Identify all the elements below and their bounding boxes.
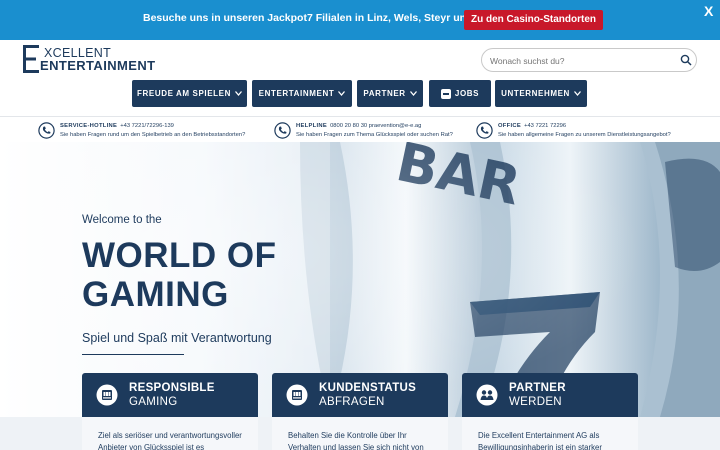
chevron-down-icon	[338, 91, 346, 96]
hero-title-line: WORLD OF	[82, 236, 277, 275]
card-partner-werden[interactable]: PARTNER WERDEN Die Excellent Entertainme…	[462, 373, 638, 450]
logo[interactable]: XCELLENT ENTERTAINMENT	[23, 45, 155, 75]
card-body: Ziel als seriöser und verantwortungsvoll…	[82, 417, 258, 450]
slot-machine-icon	[96, 384, 118, 406]
hero-divider	[82, 354, 184, 355]
phone-icon	[38, 122, 55, 139]
contact-title: HELPLINE	[296, 123, 328, 129]
nav-item-unternehmen[interactable]: UNTERNEHMEN	[495, 80, 587, 107]
contact-description: Sie haben Fragen rund um den Spielbetrie…	[60, 132, 246, 138]
contact-heading: HELPLINE 0800 20 80 30 praevention@e-e.ag	[296, 123, 421, 129]
logo-text-bottom: ENTERTAINMENT	[40, 58, 156, 73]
contact-service-hotline[interactable]: SERVICE-HOTLINE +43 7221/72296-139 Sie ha…	[38, 120, 268, 142]
contact-bar: SERVICE-HOTLINE +43 7221/72296-139 Sie ha…	[0, 116, 720, 142]
card-text: Die Excellent Entertainment AG als Bewil…	[478, 431, 602, 450]
card-title: KUNDENSTATUS	[319, 382, 417, 394]
card-header[interactable]: KUNDENSTATUS ABFRAGEN	[272, 373, 448, 417]
nav-item-label: FREUDE AM SPIELEN	[137, 89, 231, 98]
contact-number[interactable]: 0800 20 80 30 praevention@e-e.ag	[330, 123, 421, 129]
card-subtitle: WERDEN	[509, 396, 562, 408]
nav-item-label: ENTERTAINMENT	[258, 89, 335, 98]
contact-heading: OFFICE +43 7221 72296	[498, 123, 566, 129]
phone-icon	[274, 122, 291, 139]
partner-icon	[476, 384, 498, 406]
card-header[interactable]: RESPONSIBLE GAMING	[82, 373, 258, 417]
hero-subtitle: Spiel und Spaß mit Verantwortung	[82, 331, 272, 345]
card-kundenstatus[interactable]: KUNDENSTATUS ABFRAGEN Behalten Sie die K…	[272, 373, 448, 450]
contact-number[interactable]: +43 7221 72296	[524, 123, 566, 129]
card-text: Behalten Sie die Kontrolle über Ihr Verh…	[288, 431, 424, 450]
nav-item-label: JOBS	[454, 89, 480, 98]
contact-title: OFFICE	[498, 123, 522, 129]
chevron-down-icon	[234, 91, 242, 96]
nav-item-label: PARTNER	[363, 89, 406, 98]
contact-title: SERVICE-HOTLINE	[60, 123, 118, 129]
card-text: Ziel als seriöser und verantwortungsvoll…	[98, 431, 242, 450]
card-subtitle: ABFRAGEN	[319, 396, 385, 408]
chevron-down-icon	[409, 91, 417, 96]
card-subtitle: GAMING	[129, 396, 178, 408]
contact-office[interactable]: OFFICE +43 7221 72296 Sie haben allgemein…	[476, 120, 706, 142]
hero-title-line: GAMING	[82, 275, 229, 314]
card-responsible-gaming[interactable]: RESPONSIBLE GAMING Ziel als seriöser und…	[82, 373, 258, 450]
announcement-bar: Besuche uns in unseren Jackpot7 Filialen…	[0, 0, 720, 40]
card-header[interactable]: PARTNER WERDEN	[462, 373, 638, 417]
slot-machine-icon	[286, 384, 308, 406]
search-icon[interactable]	[680, 54, 692, 66]
logo-mark-icon	[23, 45, 39, 73]
chevron-down-icon	[573, 91, 581, 96]
contact-description: Sie haben Fragen zum Thema Glücksspiel o…	[296, 132, 453, 138]
nav-item-entertainment[interactable]: ENTERTAINMENT	[252, 80, 352, 107]
close-icon[interactable]: X	[704, 3, 713, 19]
card-title: PARTNER	[509, 382, 566, 394]
search-input[interactable]	[490, 53, 670, 68]
search-box[interactable]	[481, 48, 697, 72]
card-body: Behalten Sie die Kontrolle über Ihr Verh…	[272, 417, 448, 450]
contact-description: Sie haben allgemeine Fragen zu unserem D…	[498, 132, 671, 138]
contact-number[interactable]: +43 7221/72296-139	[120, 123, 174, 129]
contact-heading: SERVICE-HOTLINE +43 7221/72296-139	[60, 123, 174, 129]
contact-helpline[interactable]: HELPLINE 0800 20 80 30 praevention@e-e.ag…	[274, 120, 474, 142]
phone-icon	[476, 122, 493, 139]
hero-title: WORLD OF GAMING	[82, 236, 277, 314]
casino-locations-button[interactable]: Zu den Casino-Standorten	[464, 10, 603, 30]
nav-item-partner[interactable]: PARTNER	[357, 80, 423, 107]
hero-welcome-text: Welcome to the	[82, 214, 162, 226]
nav-item-label: UNTERNEHMEN	[501, 89, 570, 98]
nav-item-jobs[interactable]: JOBS	[429, 80, 491, 107]
card-body: Die Excellent Entertainment AG als Bewil…	[462, 417, 638, 450]
nav-item-freude-am-spielen[interactable]: FREUDE AM SPIELEN	[132, 80, 247, 107]
card-title: RESPONSIBLE	[129, 382, 215, 394]
briefcase-icon	[440, 88, 451, 99]
